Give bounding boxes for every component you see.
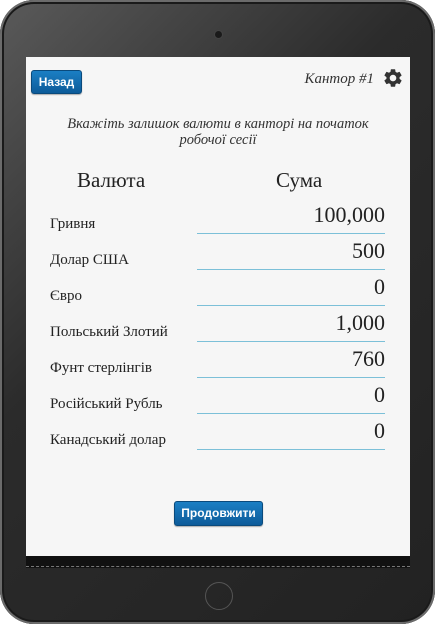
currency-label: Польський Злотий [50,324,168,340]
currency-label: Євро [50,288,82,304]
screen-bottom-bar [26,556,410,568]
gear-icon[interactable] [382,67,404,89]
camera-lens [215,31,222,38]
instruction-text: Вкажіть залишок валюти в канторі на поча… [67,116,369,148]
currency-row: Канадський долар 0 [26,416,410,450]
currency-row: Польський Злотий 1,000 [26,308,410,342]
currency-label: Канадський долар [50,432,166,448]
amount-input[interactable]: 500 [197,236,385,270]
amount-input[interactable]: 0 [197,272,385,306]
page-title: Кантор #1 [304,71,375,87]
amount-input[interactable]: 1,000 [197,308,385,342]
currency-row: Російський Рубль 0 [26,380,410,414]
column-header-currency: Валюта [77,168,146,192]
app-screen: Назад Кантор #1 Вкажіть залишок валюти в… [26,57,410,556]
currency-row: Гривня 100,000 [26,200,410,234]
column-header-amount: Сума [276,168,323,192]
currency-label: Фунт стерлінгів [50,360,152,376]
currency-label: Гривня [50,216,96,232]
currency-row: Фунт стерлінгів 760 [26,344,410,378]
currency-label: Російський Рубль [50,396,163,412]
amount-input[interactable]: 0 [197,380,385,414]
amount-input[interactable]: 100,000 [197,200,385,234]
currency-label: Долар США [50,252,129,268]
currency-row: Євро 0 [26,272,410,306]
continue-button[interactable]: Продовжити [174,501,263,526]
amount-input[interactable]: 760 [197,344,385,378]
currency-row: Долар США 500 [26,236,410,270]
back-button[interactable]: Назад [31,70,82,94]
home-button[interactable] [205,582,233,610]
amount-input[interactable]: 0 [197,416,385,450]
